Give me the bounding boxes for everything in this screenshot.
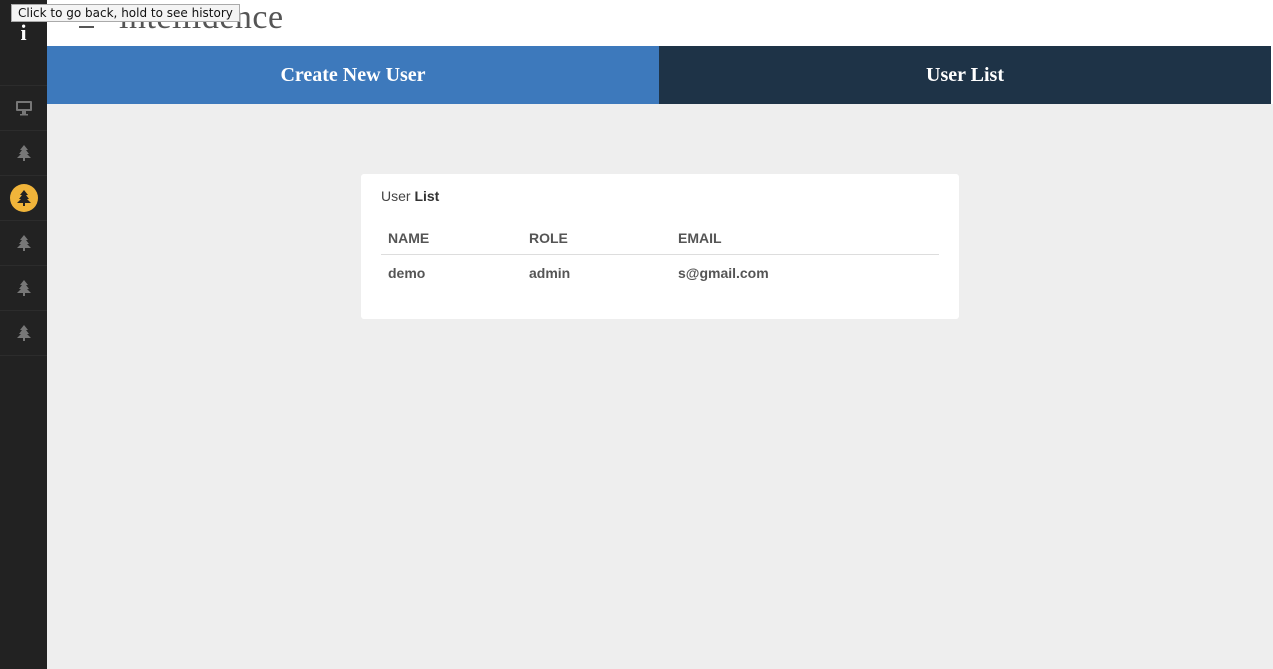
sidebar-item-tree-2[interactable] xyxy=(0,176,47,221)
card-title-bold: List xyxy=(414,188,440,204)
cell-email: s@gmail.com xyxy=(678,265,769,281)
tree-icon xyxy=(16,325,31,341)
table-header-row: NAME ROLE EMAIL xyxy=(381,220,939,255)
user-list-card: User List NAME ROLE EMAIL demo admin s@g… xyxy=(361,174,959,319)
tree-icon xyxy=(16,235,31,251)
tab-create-new-user[interactable]: Create New User xyxy=(47,46,659,104)
sidebar-item-tree-5[interactable] xyxy=(0,311,47,356)
active-indicator xyxy=(9,184,38,212)
user-table: NAME ROLE EMAIL demo admin s@gmail.com xyxy=(381,220,939,291)
monitor-icon xyxy=(15,101,32,116)
tab-user-list[interactable]: User List xyxy=(659,46,1271,104)
back-button-tooltip: Click to go back, hold to see history xyxy=(11,4,240,22)
tree-icon xyxy=(16,145,31,161)
column-header-role[interactable]: ROLE xyxy=(522,220,671,255)
sidebar-item-tree-3[interactable] xyxy=(0,221,47,266)
table-row[interactable]: demo admin s@gmail.com xyxy=(381,255,939,292)
sidebar-item-dashboard[interactable] xyxy=(0,86,47,131)
cell-role: admin xyxy=(529,265,571,281)
cell-name: demo xyxy=(388,265,426,281)
tree-icon xyxy=(16,280,31,296)
tree-icon xyxy=(16,190,31,206)
card-title-prefix: User xyxy=(381,188,411,204)
sidebar: i xyxy=(0,0,47,669)
column-header-name[interactable]: NAME xyxy=(381,220,522,255)
tab-bar: Create New User User List xyxy=(47,46,1271,104)
sidebar-item-tree-1[interactable] xyxy=(0,131,47,176)
column-header-email[interactable]: EMAIL xyxy=(671,220,939,255)
card-title: User List xyxy=(381,188,939,204)
sidebar-item-tree-4[interactable] xyxy=(0,266,47,311)
